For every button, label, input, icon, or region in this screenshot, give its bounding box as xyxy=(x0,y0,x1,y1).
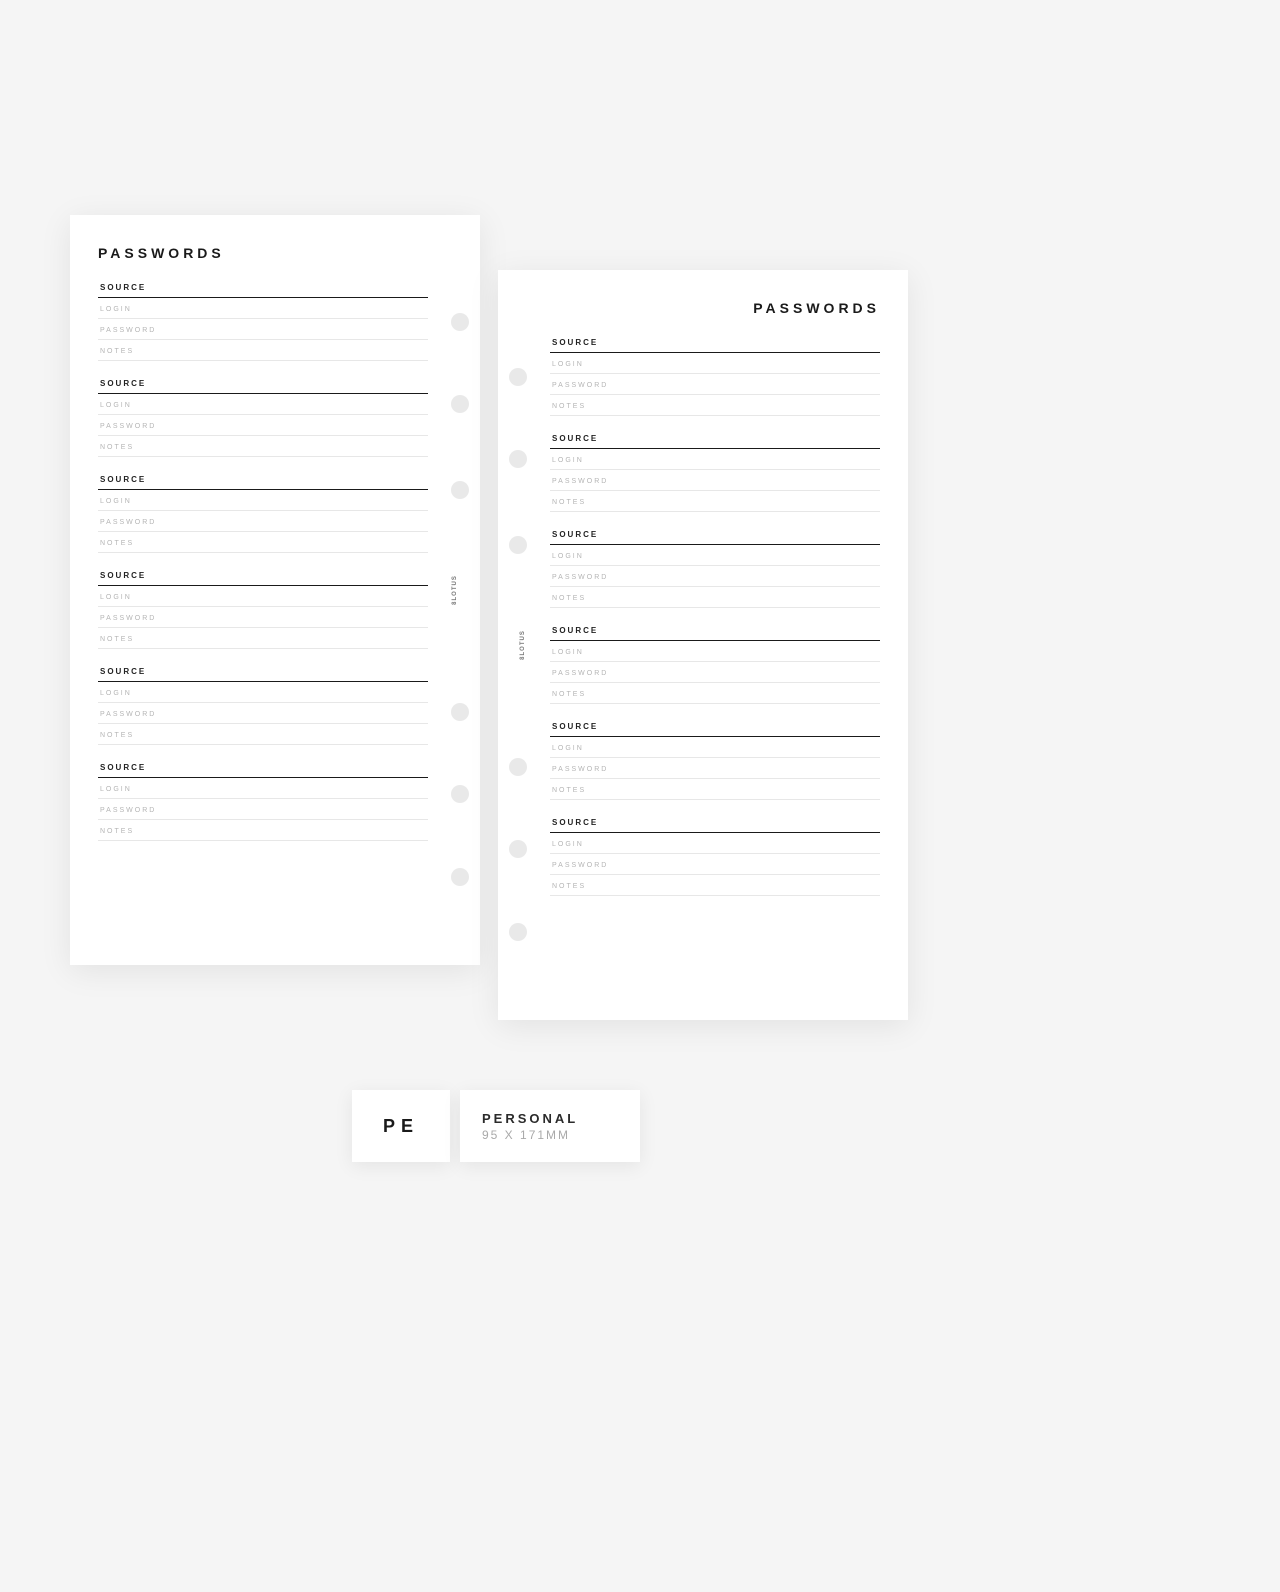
field-label-password: PASSWORD xyxy=(98,415,428,436)
password-entry: SOURCELOGINPASSWORDNOTES xyxy=(550,722,880,800)
field-label-notes: NOTES xyxy=(550,875,880,896)
entries-right: SOURCELOGINPASSWORDNOTESSOURCELOGINPASSW… xyxy=(550,338,880,896)
password-entry: SOURCELOGINPASSWORDNOTES xyxy=(98,283,428,361)
password-entry: SOURCELOGINPASSWORDNOTES xyxy=(98,763,428,841)
planner-page-left: 8LOTUS PASSWORDS SOURCELOGINPASSWORDNOTE… xyxy=(70,215,480,965)
field-label-notes: NOTES xyxy=(550,491,880,512)
field-label-password: PASSWORD xyxy=(98,799,428,820)
field-label-notes: NOTES xyxy=(98,820,428,841)
field-label-login: LOGIN xyxy=(98,586,428,607)
field-label-source: SOURCE xyxy=(98,667,428,682)
field-label-login: LOGIN xyxy=(550,353,880,374)
password-entry: SOURCELOGINPASSWORDNOTES xyxy=(550,530,880,608)
field-label-password: PASSWORD xyxy=(550,662,880,683)
punch-hole xyxy=(509,758,527,776)
field-label-source: SOURCE xyxy=(550,818,880,833)
punch-hole xyxy=(509,923,527,941)
field-label-password: PASSWORD xyxy=(98,607,428,628)
field-label-password: PASSWORD xyxy=(550,566,880,587)
page-title: PASSWORDS xyxy=(98,245,452,261)
field-label-notes: NOTES xyxy=(550,395,880,416)
punch-hole xyxy=(451,703,469,721)
field-label-source: SOURCE xyxy=(98,763,428,778)
page-content-right: PASSWORDS SOURCELOGINPASSWORDNOTESSOURCE… xyxy=(526,300,880,990)
password-entry: SOURCELOGINPASSWORDNOTES xyxy=(98,475,428,553)
field-label-login: LOGIN xyxy=(98,394,428,415)
size-code-chip: PE xyxy=(352,1090,450,1162)
field-label-login: LOGIN xyxy=(550,449,880,470)
field-label-source: SOURCE xyxy=(550,338,880,353)
punch-hole xyxy=(509,840,527,858)
field-label-password: PASSWORD xyxy=(550,374,880,395)
field-label-login: LOGIN xyxy=(98,298,428,319)
field-label-notes: NOTES xyxy=(98,532,428,553)
field-label-source: SOURCE xyxy=(98,475,428,490)
punch-hole xyxy=(451,313,469,331)
password-entry: SOURCELOGINPASSWORDNOTES xyxy=(550,626,880,704)
punch-hole xyxy=(451,395,469,413)
planner-page-right: 8LOTUS PASSWORDS SOURCELOGINPASSWORDNOTE… xyxy=(498,270,908,1020)
field-label-password: PASSWORD xyxy=(98,703,428,724)
brand-mark: 8LOTUS xyxy=(520,630,526,660)
field-label-notes: NOTES xyxy=(550,587,880,608)
page-content-left: PASSWORDS SOURCELOGINPASSWORDNOTESSOURCE… xyxy=(98,245,452,935)
field-label-login: LOGIN xyxy=(550,737,880,758)
punch-hole xyxy=(509,536,527,554)
field-label-notes: NOTES xyxy=(98,340,428,361)
punch-hole xyxy=(451,868,469,886)
field-label-source: SOURCE xyxy=(550,626,880,641)
password-entry: SOURCELOGINPASSWORDNOTES xyxy=(550,818,880,896)
field-label-login: LOGIN xyxy=(98,778,428,799)
punch-hole xyxy=(509,450,527,468)
field-label-notes: NOTES xyxy=(98,628,428,649)
password-entry: SOURCELOGINPASSWORDNOTES xyxy=(550,434,880,512)
field-label-login: LOGIN xyxy=(98,490,428,511)
field-label-password: PASSWORD xyxy=(550,854,880,875)
field-label-password: PASSWORD xyxy=(98,511,428,532)
field-label-login: LOGIN xyxy=(98,682,428,703)
stage: 8LOTUS PASSWORDS SOURCELOGINPASSWORDNOTE… xyxy=(0,0,1280,1592)
punch-hole xyxy=(451,785,469,803)
field-label-password: PASSWORD xyxy=(98,319,428,340)
size-code: PE xyxy=(383,1116,419,1137)
field-label-source: SOURCE xyxy=(550,434,880,449)
size-label-chip: PERSONAL 95 X 171MM xyxy=(460,1090,640,1162)
field-label-source: SOURCE xyxy=(98,283,428,298)
field-label-login: LOGIN xyxy=(550,641,880,662)
password-entry: SOURCELOGINPASSWORDNOTES xyxy=(98,379,428,457)
field-label-notes: NOTES xyxy=(98,436,428,457)
password-entry: SOURCELOGINPASSWORDNOTES xyxy=(98,667,428,745)
field-label-notes: NOTES xyxy=(550,683,880,704)
page-title: PASSWORDS xyxy=(526,300,880,316)
field-label-password: PASSWORD xyxy=(550,758,880,779)
field-label-source: SOURCE xyxy=(98,379,428,394)
field-label-source: SOURCE xyxy=(550,722,880,737)
field-label-notes: NOTES xyxy=(98,724,428,745)
password-entry: SOURCELOGINPASSWORDNOTES xyxy=(550,338,880,416)
field-label-login: LOGIN xyxy=(550,545,880,566)
field-label-login: LOGIN xyxy=(550,833,880,854)
size-name: PERSONAL xyxy=(482,1111,618,1126)
field-label-notes: NOTES xyxy=(550,779,880,800)
field-label-source: SOURCE xyxy=(98,571,428,586)
password-entry: SOURCELOGINPASSWORDNOTES xyxy=(98,571,428,649)
punch-hole xyxy=(451,481,469,499)
size-dimensions: 95 X 171MM xyxy=(482,1128,618,1142)
brand-mark: 8LOTUS xyxy=(452,575,458,605)
punch-hole xyxy=(509,368,527,386)
entries-left: SOURCELOGINPASSWORDNOTESSOURCELOGINPASSW… xyxy=(98,283,428,841)
field-label-password: PASSWORD xyxy=(550,470,880,491)
field-label-source: SOURCE xyxy=(550,530,880,545)
